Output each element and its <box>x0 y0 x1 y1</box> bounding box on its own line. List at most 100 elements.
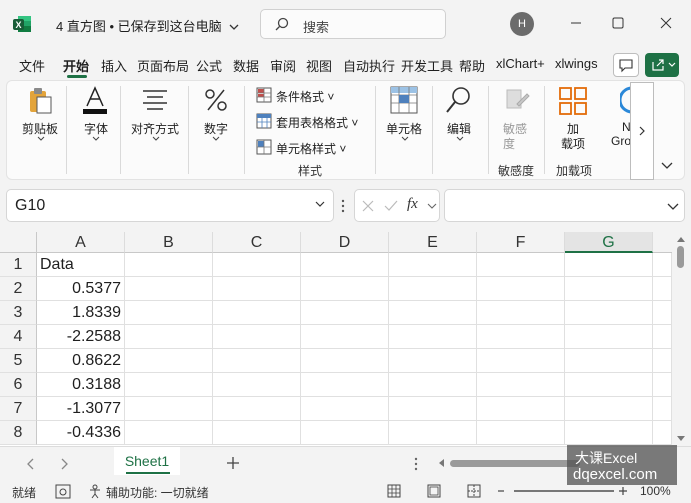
cell-empty[interactable] <box>565 421 653 445</box>
cell-empty[interactable] <box>653 325 672 349</box>
column-header-c[interactable]: C <box>213 232 301 253</box>
tab-formulas[interactable]: 公式 <box>196 56 222 75</box>
cell-empty[interactable] <box>389 397 477 421</box>
cell-empty[interactable] <box>653 349 672 373</box>
accessibility-icon[interactable] <box>88 484 102 499</box>
number-label[interactable]: 数字 <box>204 120 228 137</box>
minimize-icon[interactable] <box>566 13 586 33</box>
cells-label[interactable]: 单元格 <box>386 120 422 137</box>
cell-empty[interactable] <box>213 349 301 373</box>
chevron-down-icon[interactable] <box>401 136 409 142</box>
page-break-view-icon[interactable] <box>467 484 481 498</box>
partial-group-label-line2[interactable]: Gro <box>611 134 631 148</box>
column-header-b[interactable]: B <box>125 232 213 253</box>
cell-empty[interactable] <box>565 253 653 277</box>
row-header-3[interactable]: 3 <box>0 301 37 325</box>
cell-empty[interactable] <box>213 325 301 349</box>
cell-empty[interactable] <box>125 277 213 301</box>
cell-style-button[interactable]: 单元格样式 ˅ <box>276 140 346 157</box>
align-icon[interactable] <box>140 88 170 110</box>
cell-empty[interactable] <box>653 373 672 397</box>
cell-a5[interactable]: 0.8622 <box>37 349 125 373</box>
row-header-6[interactable]: 6 <box>0 373 37 397</box>
tab-review[interactable]: 审阅 <box>270 56 296 75</box>
normal-view-icon[interactable] <box>387 484 401 498</box>
paste-icon[interactable] <box>26 86 56 116</box>
find-icon[interactable] <box>444 85 474 115</box>
cell-empty[interactable] <box>301 373 389 397</box>
cells-icon[interactable] <box>389 85 419 115</box>
chevron-down-icon[interactable] <box>427 202 437 210</box>
cell-empty[interactable] <box>213 253 301 277</box>
sheet-tab-sheet1[interactable]: Sheet1 <box>114 447 180 475</box>
column-header-d[interactable]: D <box>301 232 389 253</box>
chevron-right-icon[interactable] <box>59 458 69 470</box>
comments-button[interactable] <box>613 53 639 77</box>
cell-a3[interactable]: 1.8339 <box>37 301 125 325</box>
column-header-e[interactable]: E <box>389 232 477 253</box>
cell-a6[interactable]: 0.3188 <box>37 373 125 397</box>
row-header-7[interactable]: 7 <box>0 397 37 421</box>
tab-insert[interactable]: 插入 <box>101 56 127 75</box>
cell-empty[interactable] <box>565 349 653 373</box>
column-header-a[interactable]: A <box>37 232 125 253</box>
cell-empty[interactable] <box>565 373 653 397</box>
share-button[interactable] <box>645 53 679 77</box>
ribbon-collapse-icon[interactable] <box>660 160 674 172</box>
chevron-down-icon[interactable] <box>152 136 160 142</box>
cell-empty[interactable] <box>389 301 477 325</box>
chevron-down-icon[interactable] <box>212 136 220 142</box>
vertical-scroll-thumb[interactable] <box>677 246 684 268</box>
cell-empty[interactable] <box>125 325 213 349</box>
cell-empty[interactable] <box>213 301 301 325</box>
scroll-left-icon[interactable] <box>437 458 445 468</box>
cell-empty[interactable] <box>213 373 301 397</box>
cell-empty[interactable] <box>125 421 213 445</box>
insert-function-button[interactable]: fx <box>407 196 418 213</box>
cell-empty[interactable] <box>213 277 301 301</box>
chevron-down-icon[interactable] <box>37 136 45 142</box>
select-all-corner[interactable] <box>0 232 37 253</box>
cell-a1[interactable]: Data <box>37 253 125 277</box>
row-header-1[interactable]: 1 <box>0 253 37 277</box>
cell-a2[interactable]: 0.5377 <box>37 277 125 301</box>
cell-empty[interactable] <box>125 301 213 325</box>
scroll-down-icon[interactable] <box>676 435 686 443</box>
cell-empty[interactable] <box>213 421 301 445</box>
cell-empty[interactable] <box>389 253 477 277</box>
tab-file[interactable]: 文件 <box>19 56 45 75</box>
cell-empty[interactable] <box>653 253 672 277</box>
cell-empty[interactable] <box>389 373 477 397</box>
cancel-icon[interactable] <box>361 199 375 213</box>
cell-empty[interactable] <box>477 349 565 373</box>
cell-empty[interactable] <box>389 277 477 301</box>
scroll-up-icon[interactable] <box>676 235 686 243</box>
tab-xlwings[interactable]: xlwings <box>555 56 598 71</box>
cell-empty[interactable] <box>477 325 565 349</box>
tab-help[interactable]: 帮助 <box>459 56 485 75</box>
editing-label[interactable]: 编辑 <box>447 120 471 137</box>
font-label[interactable]: 字体 <box>84 120 108 137</box>
formula-input[interactable] <box>444 189 685 222</box>
cell-empty[interactable] <box>653 301 672 325</box>
cell-empty[interactable] <box>565 301 653 325</box>
cell-empty[interactable] <box>565 277 653 301</box>
cell-empty[interactable] <box>477 253 565 277</box>
alignment-label[interactable]: 对齐方式 <box>131 120 179 137</box>
horizontal-scroll-thumb[interactable] <box>450 460 580 467</box>
spreadsheet-grid[interactable]: A B C D E F G 1 Data 2 0.5377 3 1.8339 4 -2.258… <box>0 232 672 446</box>
addins-label-line2[interactable]: 载项 <box>561 135 585 152</box>
maximize-icon[interactable] <box>608 13 628 33</box>
expand-formula-icon[interactable] <box>667 202 679 210</box>
name-box[interactable]: G10 <box>6 189 334 222</box>
row-header-5[interactable]: 5 <box>0 349 37 373</box>
cell-empty[interactable] <box>389 421 477 445</box>
cell-empty[interactable] <box>477 421 565 445</box>
column-header-g[interactable]: G <box>565 232 653 253</box>
status-accessibility[interactable]: 辅助功能: 一切就绪 <box>106 484 209 501</box>
tab-home[interactable]: 开始 <box>63 56 89 75</box>
row-header-2[interactable]: 2 <box>0 277 37 301</box>
avatar[interactable]: H <box>510 12 534 36</box>
cell-empty[interactable] <box>653 421 672 445</box>
cell-empty[interactable] <box>125 397 213 421</box>
